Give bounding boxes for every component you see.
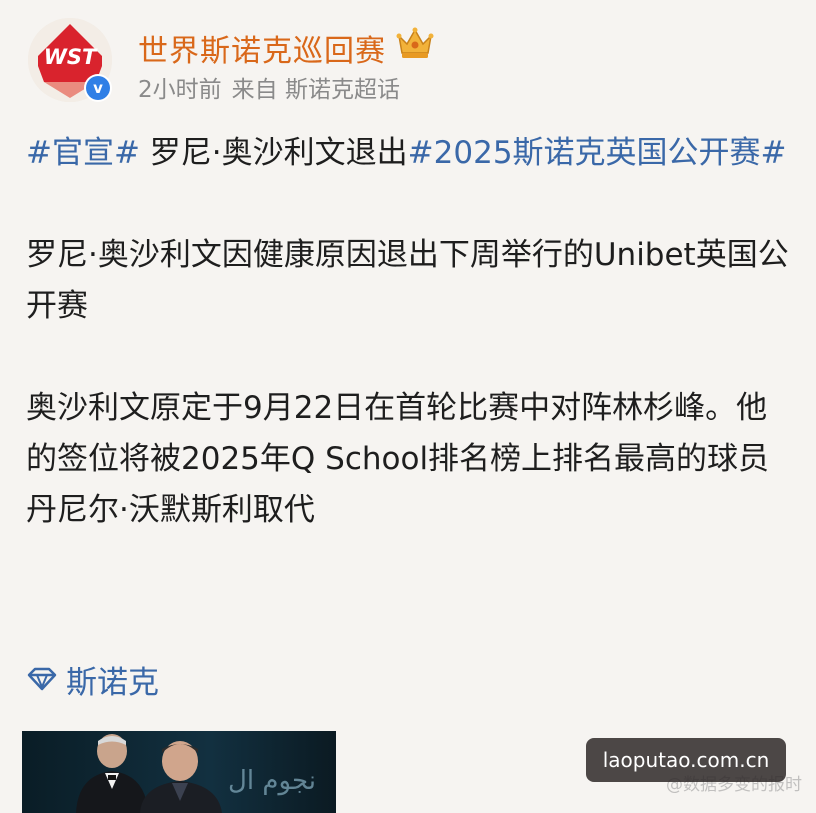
- wst-logo-text: WST: [44, 45, 98, 69]
- watermark-badge: laoputao.com.cn: [586, 738, 786, 782]
- author-name[interactable]: 世界斯诺克巡回赛: [138, 26, 386, 70]
- post-source[interactable]: 来自 斯诺克超话: [232, 77, 400, 103]
- verified-mark: v: [86, 76, 110, 100]
- post-meta: 2小时前 来自 斯诺克超话: [138, 70, 400, 104]
- headline-text: 罗尼·奥沙利文退出: [139, 135, 408, 171]
- diamond-icon: [27, 667, 57, 691]
- post-body: #官宣# 罗尼·奥沙利文退出#2025斯诺克英国公开赛# 罗尼·奥沙利文因健康原…: [26, 128, 790, 536]
- post-time: 2小时前: [138, 77, 222, 103]
- photo-overlay-text: نجوم ال: [228, 766, 316, 796]
- hashtag-official[interactable]: #官宣#: [26, 135, 140, 171]
- post-headline: #官宣# 罗尼·奥沙利文退出#2025斯诺克英国公开赛#: [26, 128, 790, 179]
- players-photo: نجوم ال: [22, 731, 336, 813]
- post-header: WST v 世界斯诺克巡回赛 2小时前 来自 斯诺克超话: [28, 18, 788, 108]
- post-paragraph-1: 罗尼·奥沙利文因健康原因退出下周举行的Unibet英国公开赛: [26, 237, 789, 324]
- topic-link-snooker[interactable]: 斯诺克: [26, 656, 159, 702]
- hashtag-uk-open[interactable]: #2025斯诺克英国公开赛#: [408, 135, 787, 171]
- post-paragraph-2: 奥沙利文原定于9月22日在首轮比赛中对阵林杉峰。他的签位将被2025年Q Sch…: [26, 390, 770, 528]
- post-photo[interactable]: نجوم ال: [22, 731, 336, 813]
- crown-icon[interactable]: [396, 26, 434, 60]
- verified-badge: v: [84, 74, 112, 102]
- topic-label: 斯诺克: [66, 664, 159, 701]
